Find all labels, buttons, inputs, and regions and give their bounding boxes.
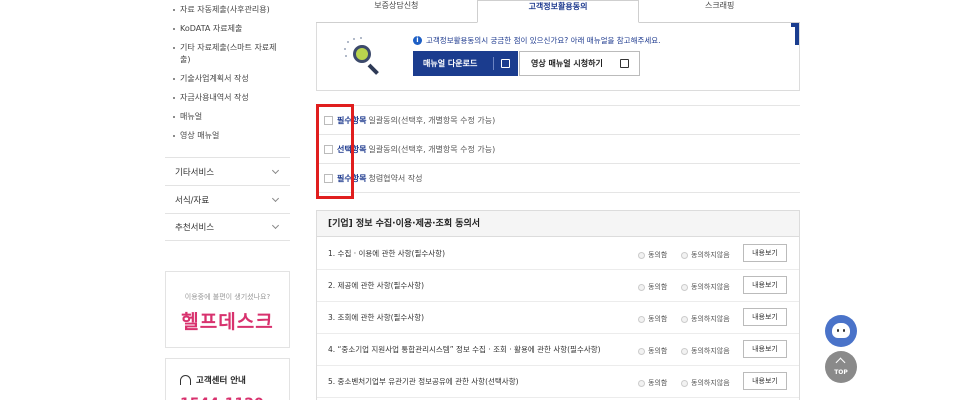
sidebar-item-fund-usage[interactable]: 자금사용내역서 작성 <box>173 92 290 104</box>
view-content-button[interactable]: 내용보기 <box>743 372 787 390</box>
disagree-label: 동의하지않음 <box>691 379 730 387</box>
agreement-keyword: 필수항목 <box>337 115 367 125</box>
tab-bar: 보증상담신청 고객정보활용동의 스크래핑 <box>316 0 801 23</box>
agreement-integrity-pact: 필수항목 청렴협약서 작성 <box>316 164 800 193</box>
view-content-button[interactable]: 내용보기 <box>743 244 787 262</box>
sidebar-item-video-manual[interactable]: 영상 매뉴얼 <box>173 130 290 142</box>
agree-label: 동의함 <box>648 315 668 323</box>
consent-row: 3. 조회에 관한 사항(필수사항) 동의함 동의하지않음 내용보기 <box>317 302 799 334</box>
tab-scraping[interactable]: 스크래핑 <box>639 0 801 23</box>
view-content-button[interactable]: 내용보기 <box>743 276 787 294</box>
agree-label: 동의함 <box>648 347 668 355</box>
sidebar-item-tech-plan[interactable]: 기술사업계획서 작성 <box>173 73 290 85</box>
sidebar-item-auto-submit[interactable]: 자료 자동제출(사후관리용) <box>173 4 290 16</box>
consent-row-text: 3. 조회에 관한 사항(필수사항) <box>328 313 425 322</box>
sidebar-item-manual[interactable]: 매뉴얼 <box>173 111 290 123</box>
agree-radio[interactable]: 동의함 <box>638 378 667 388</box>
sidebar: 자료 자동제출(사후관리용) KoDATA 자료제출 기타 자료제출(스마트 자… <box>165 0 290 241</box>
agreement-text: 일괄동의(선택후, 개별항목 수정 가능) <box>368 115 496 125</box>
customer-center-box: 고객센터 안내 1544-1120 <box>165 358 290 400</box>
helpdesk-banner[interactable]: 이용중에 불편이 생기셨나요? 헬프데스크 <box>165 271 290 348</box>
agree-label: 동의함 <box>648 379 668 387</box>
save-icon <box>501 59 510 68</box>
disagree-radio[interactable]: 동의하지않음 <box>681 314 730 324</box>
disagree-radio[interactable]: 동의하지않음 <box>681 346 730 356</box>
scroll-top-button[interactable]: TOP <box>825 351 857 383</box>
agreement-keyword: 필수항목 <box>337 173 367 183</box>
customer-center-phone: 1544-1120 <box>180 396 289 400</box>
tab-customer-consent[interactable]: 고객정보활용동의 <box>476 0 640 23</box>
corner-decoration <box>791 23 799 45</box>
sidebar-menu-label: 추천서비스 <box>175 223 215 233</box>
save-icon <box>620 59 629 68</box>
consent-row-text: 4. “중소기업 지원사업 통합관리시스템” 정보 수집 · 조회 · 활용에 … <box>328 345 601 354</box>
consent-row: 1. 수집 · 이용에 관한 사항(필수사항) 동의함 동의하지않음 내용보기 <box>317 238 799 270</box>
manual-download-label: 매뉴얼 다운로드 <box>423 59 478 68</box>
helpdesk-question: 이용중에 불편이 생기셨나요? <box>184 293 271 301</box>
arrow-up-icon <box>835 357 846 368</box>
magnifier-icon <box>343 37 385 75</box>
customer-center-title: 고객센터 안내 <box>196 376 246 386</box>
sidebar-menu-other-services[interactable]: 기타서비스 <box>165 157 290 185</box>
chevron-down-icon <box>271 221 280 230</box>
chevron-down-icon <box>271 166 280 174</box>
agreement-text: 일괄동의(선택후, 개별항목 수정 가능) <box>368 144 496 154</box>
disagree-label: 동의하지않음 <box>691 251 730 259</box>
tab-consultation[interactable]: 보증상담신청 <box>316 0 477 23</box>
consent-row-text: 1. 수집 · 이용에 관한 사항(필수사항) <box>328 249 446 258</box>
sidebar-item-kodata[interactable]: KoDATA 자료제출 <box>173 23 290 35</box>
consent-row-text: 5. 중소벤처기업부 유관기관 정보공유에 관한 사항(선택사항) <box>328 377 519 386</box>
sidebar-sub-list: 자료 자동제출(사후관리용) KoDATA 자료제출 기타 자료제출(스마트 자… <box>165 0 290 157</box>
sidebar-menu-label: 기타서비스 <box>175 167 215 178</box>
video-manual-button[interactable]: 영상 매뉴얼 시청하기 <box>519 51 640 76</box>
consent-title: [기업] 정보 수집·이용·제공·조회 동의서 <box>317 211 799 237</box>
view-content-button[interactable]: 내용보기 <box>743 340 787 358</box>
agreement-checkbox[interactable] <box>324 173 333 183</box>
chatbot-icon <box>832 323 850 338</box>
chevron-down-icon <box>271 194 280 202</box>
video-manual-label: 영상 매뉴얼 시청하기 <box>531 59 603 68</box>
agreement-checkbox[interactable] <box>324 144 333 154</box>
disagree-label: 동의하지않음 <box>691 347 730 355</box>
manual-download-button[interactable]: 매뉴얼 다운로드 <box>413 51 518 76</box>
sidebar-menu-recommend[interactable]: 추천서비스 <box>165 213 290 241</box>
disagree-label: 동의하지않음 <box>691 283 730 291</box>
agreement-text: 청렴협약서 작성 <box>368 173 423 183</box>
consent-row: 5. 중소벤처기업부 유관기관 정보공유에 관한 사항(선택사항) 동의함 동의… <box>317 366 799 398</box>
disagree-radio[interactable]: 동의하지않음 <box>681 250 730 260</box>
chatbot-button[interactable] <box>825 315 857 347</box>
consent-row: 4. “중소기업 지원사업 통합관리시스템” 정보 수집 · 조회 · 활용에 … <box>317 334 799 366</box>
helpdesk-title: 헬프데스크 <box>181 311 274 333</box>
consent-row: 2. 제공에 관한 사항(필수사항) 동의함 동의하지않음 내용보기 <box>317 270 799 302</box>
agree-label: 동의함 <box>648 251 668 259</box>
manual-info-box: i 고객정보활용동의시 궁금한 점이 있으신가요? 아래 매뉴얼을 참고해주세요… <box>316 23 800 91</box>
disagree-radio[interactable]: 동의하지않음 <box>681 378 730 388</box>
view-content-button[interactable]: 내용보기 <box>743 308 787 326</box>
scroll-top-label: TOP <box>834 369 848 376</box>
consent-row-text: 2. 제공에 관한 사항(필수사항) <box>328 281 425 290</box>
agree-radio[interactable]: 동의함 <box>638 314 667 324</box>
agreement-required-all: 필수항목 일괄동의(선택후, 개별항목 수정 가능) <box>316 106 800 135</box>
agreement-checkbox[interactable] <box>324 115 333 125</box>
agree-radio[interactable]: 동의함 <box>638 250 667 260</box>
agreement-optional-all: 선택항목 일괄동의(선택후, 개별항목 수정 가능) <box>316 135 800 164</box>
info-icon: i <box>413 36 422 45</box>
manual-notice-text: 고객정보활용동의시 궁금한 점이 있으신가요? 아래 매뉴얼을 참고해주세요. <box>426 36 661 45</box>
agree-label: 동의함 <box>648 283 668 291</box>
disagree-label: 동의하지않음 <box>691 315 730 323</box>
agree-radio[interactable]: 동의함 <box>638 282 667 292</box>
disagree-radio[interactable]: 동의하지않음 <box>681 282 730 292</box>
headset-icon <box>180 375 191 385</box>
sidebar-menu-forms[interactable]: 서식/자료 <box>165 185 290 213</box>
sidebar-menu-label: 서식/자료 <box>175 195 210 206</box>
manual-notice: i 고객정보활용동의시 궁금한 점이 있으신가요? 아래 매뉴얼을 참고해주세요… <box>413 35 661 46</box>
agreement-keyword: 선택항목 <box>337 144 367 154</box>
consent-form: [기업] 정보 수집·이용·제공·조회 동의서 1. 수집 · 이용에 관한 사… <box>316 210 800 400</box>
sidebar-item-other-submit[interactable]: 기타 자료제출(스마트 자료제출) <box>173 42 290 66</box>
agree-radio[interactable]: 동의함 <box>638 346 667 356</box>
customer-center-title-row: 고객센터 안내 <box>180 374 289 386</box>
